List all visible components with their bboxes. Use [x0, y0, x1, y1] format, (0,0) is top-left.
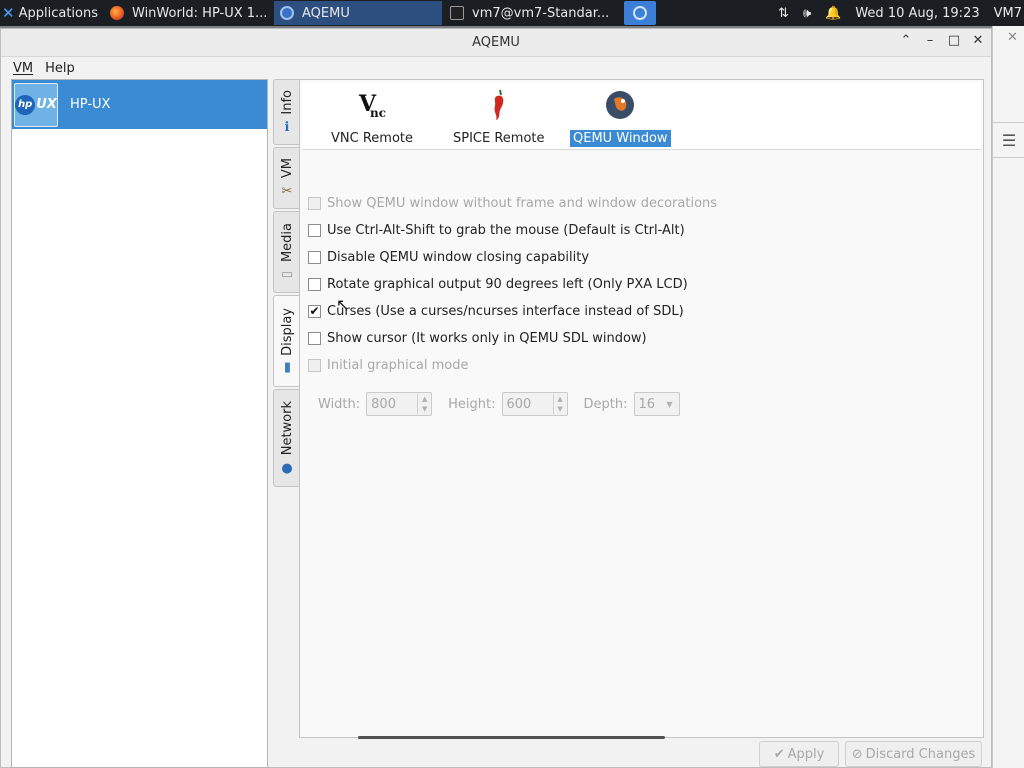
hp-ux-logo-icon: hp UX [14, 82, 58, 127]
system-tray: ⇅ 🕪 🔔 Wed 10 Aug, 19:23 VM7 [778, 6, 1024, 21]
terminal-icon [450, 6, 464, 20]
tab-info[interactable]: Info ℹ [273, 79, 300, 145]
aqemu-window: AQEMU ⌃ – □ ✕ VM Help hp UX HP-UX Info ℹ … [0, 28, 992, 768]
info-icon: ℹ [284, 119, 290, 135]
mouse-cursor-icon: ↖ [336, 295, 350, 314]
window-controls: ⌃ – □ ✕ [899, 33, 985, 48]
option-initial-graphical-mode[interactable]: Initial graphical mode [308, 355, 469, 375]
media-icon: ▭ [280, 267, 294, 283]
discard-changes-button[interactable]: ⊘ Discard Changes [845, 741, 982, 767]
user-name[interactable]: VM7 [994, 6, 1022, 21]
tab-display[interactable]: Display ▮ [273, 295, 301, 387]
settings-tabs: Info ℹ VM ✂ Media ▭ Display ▮ Network ● [273, 79, 301, 519]
checkbox[interactable] [308, 223, 321, 237]
close-icon[interactable]: ✕ [1007, 30, 1018, 45]
resolution-row: Width: 800 ▲ ▼ Height: 600 ▲ ▼ Depth: 16 ▼ [318, 392, 680, 416]
qemu-icon [604, 88, 636, 122]
checkbox[interactable] [308, 358, 321, 372]
spice-remote-button[interactable]: SPICE Remote [450, 88, 548, 147]
network-status-icon[interactable]: ⇅ [778, 6, 789, 21]
width-spinbox[interactable]: 800 ▲ ▼ [366, 392, 433, 416]
option-rotate-output[interactable]: Rotate graphical output 90 degrees left … [308, 274, 688, 294]
display-settings-panel: Vnc VNC Remote SPICE Remote QEMU Window … [299, 79, 984, 738]
hamburger-menu-icon[interactable]: ☰ [993, 122, 1024, 158]
title-bar: AQEMU ⌃ – □ ✕ [1, 29, 991, 57]
display-mode-selector: Vnc VNC Remote SPICE Remote QEMU Window [302, 82, 981, 150]
notification-bell-icon[interactable]: 🔔 [825, 6, 841, 21]
volume-icon[interactable]: 🕪 [803, 6, 811, 21]
vnc-icon: Vnc [355, 88, 389, 122]
aqemu-icon [280, 6, 294, 20]
cancel-icon: ⊘ [851, 746, 863, 762]
firefox-icon [110, 6, 124, 20]
applications-label: Applications [18, 5, 98, 21]
option-disable-window-closing[interactable]: Disable QEMU window closing capability [308, 247, 589, 267]
menu-help[interactable]: Help [39, 61, 81, 76]
qemu-tray-button[interactable] [624, 1, 656, 25]
minimize-icon[interactable]: – [923, 33, 937, 48]
task-terminal[interactable]: vm7@vm7-Standar... [444, 1, 616, 25]
checkbox-checked[interactable]: ✔ [308, 304, 321, 318]
vm-list: hp UX HP-UX [11, 79, 268, 768]
depth-select[interactable]: 16 ▼ [633, 392, 680, 416]
option-curses[interactable]: ✔ Curses (Use a curses/ncurses interface… [308, 301, 684, 321]
clock[interactable]: Wed 10 Aug, 19:23 [855, 6, 979, 21]
close-icon[interactable]: ✕ [971, 33, 985, 48]
window-title: AQEMU [472, 35, 520, 50]
tab-vm[interactable]: VM ✂ [273, 147, 300, 209]
checkmark-icon: ✔ [773, 746, 785, 762]
height-label: Height: [448, 396, 496, 412]
checkbox[interactable] [308, 250, 321, 264]
display-icon: ▮ [283, 360, 292, 376]
option-ctrl-alt-shift-grab[interactable]: Use Ctrl-Alt-Shift to grab the mouse (De… [308, 220, 685, 240]
taskbar: ✕ Applications WinWorld: HP-UX 1... AQEM… [0, 0, 1024, 26]
option-show-cursor[interactable]: Show cursor (It works only in QEMU SDL w… [308, 328, 647, 348]
vnc-remote-button[interactable]: Vnc VNC Remote [328, 88, 416, 147]
spin-arrows-icon[interactable]: ▲ ▼ [552, 394, 567, 414]
qemu-window-button[interactable]: QEMU Window [570, 88, 671, 147]
checkbox[interactable] [308, 331, 321, 345]
applications-menu[interactable]: ✕ Applications [0, 0, 104, 26]
option-frameless-window[interactable]: Show QEMU window without frame and windo… [308, 193, 717, 213]
task-winworld[interactable]: WinWorld: HP-UX 1... [104, 1, 272, 25]
chevron-up-icon[interactable]: ⌃ [899, 33, 913, 48]
width-label: Width: [318, 396, 361, 412]
background-window: ✕ ☰ [992, 26, 1024, 768]
checkbox[interactable] [308, 277, 321, 291]
tab-media[interactable]: Media ▭ [273, 211, 300, 293]
svg-text:nc: nc [370, 106, 386, 120]
tools-icon: ✂ [281, 183, 293, 199]
horizontal-scrollbar[interactable] [358, 736, 665, 739]
spice-pepper-icon [489, 88, 509, 122]
xfce-logo-icon: ✕ [2, 4, 15, 22]
task-label: WinWorld: HP-UX 1... [132, 5, 268, 21]
checkbox[interactable] [308, 196, 321, 210]
height-spinbox[interactable]: 600 ▲ ▼ [501, 392, 568, 416]
apply-button[interactable]: ✔ Apply [759, 741, 839, 767]
vm-name: HP-UX [70, 97, 111, 112]
task-label: vm7@vm7-Standar... [472, 5, 610, 21]
vm-list-item[interactable]: hp UX HP-UX [12, 80, 267, 129]
menu-bar: VM Help [1, 57, 991, 79]
tab-network[interactable]: Network ● [273, 389, 300, 487]
qemu-tray-icon [633, 6, 647, 20]
depth-label: Depth: [583, 396, 628, 412]
maximize-icon[interactable]: □ [947, 33, 961, 48]
menu-vm[interactable]: VM [7, 61, 39, 76]
task-label: AQEMU [302, 5, 350, 21]
network-globe-icon: ● [281, 460, 293, 476]
task-aqemu[interactable]: AQEMU [274, 1, 442, 25]
chevron-down-icon: ▼ [666, 399, 673, 409]
spin-arrows-icon[interactable]: ▲ ▼ [417, 394, 431, 414]
